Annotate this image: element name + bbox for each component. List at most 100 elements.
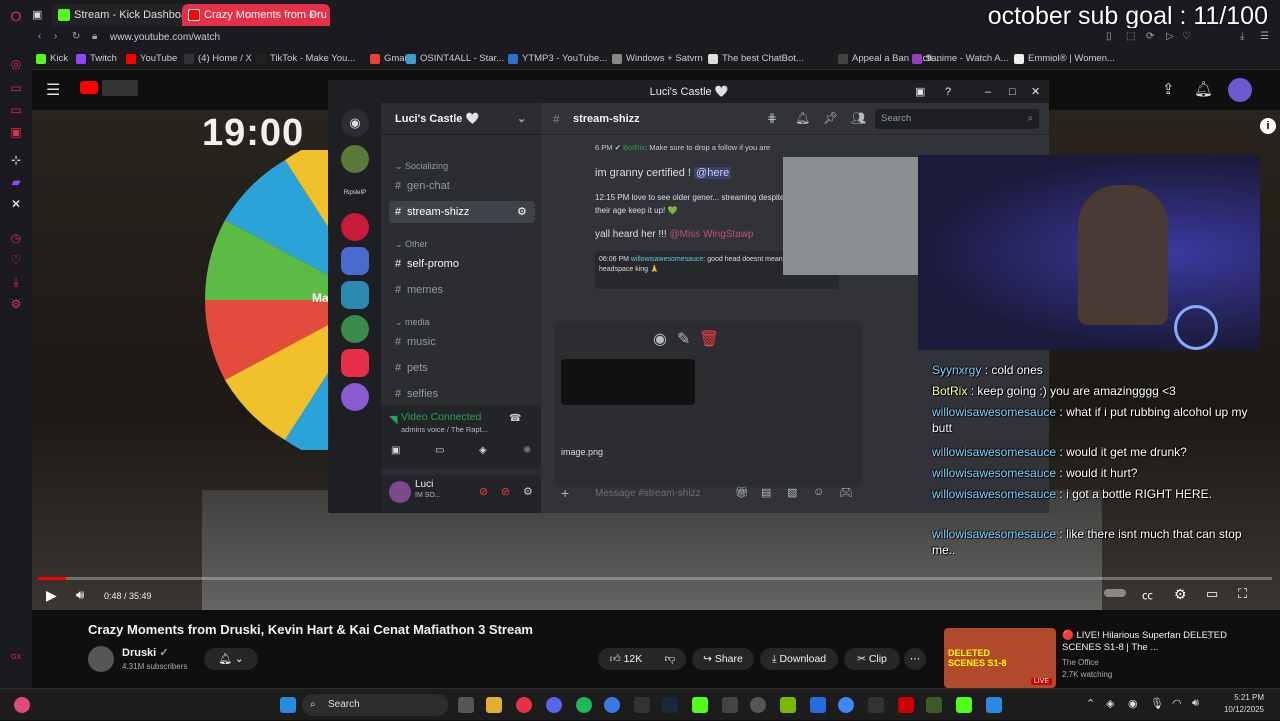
instagram-icon[interactable]: ▣ bbox=[8, 124, 24, 140]
soundboard-icon[interactable]: ✺ bbox=[523, 445, 531, 456]
guild-icon[interactable]: RipsleIP bbox=[341, 179, 369, 207]
app-icon[interactable] bbox=[986, 697, 1002, 713]
app-icon[interactable] bbox=[634, 697, 650, 713]
bookmark-chatbot[interactable]: The best ChatBot... bbox=[708, 52, 804, 66]
bookmark-icon[interactable]: ▯ bbox=[1106, 31, 1112, 42]
apps-icon[interactable]: 🎮︎ bbox=[839, 486, 853, 499]
aria-icon[interactable]: ◎ bbox=[8, 56, 24, 72]
channel-selfies[interactable]: # selfies bbox=[389, 383, 535, 405]
pin-icon[interactable]: 📌︎ bbox=[823, 111, 838, 125]
trash-icon[interactable]: 🗑︎ bbox=[699, 329, 719, 349]
category-socializing[interactable]: ⌄ Socializing bbox=[395, 161, 448, 172]
extension-icon[interactable]: ⟳ bbox=[1146, 31, 1154, 42]
autoplay-toggle[interactable] bbox=[1104, 589, 1126, 597]
sticker-icon[interactable]: ▧ bbox=[787, 486, 797, 499]
captions-icon[interactable]: ㏄ bbox=[1142, 587, 1153, 603]
whatsapp-icon[interactable]: ▭ bbox=[8, 102, 24, 118]
weather-icon[interactable] bbox=[14, 697, 30, 713]
downloads-icon[interactable]: ⤓ bbox=[1240, 31, 1244, 42]
discord-icon[interactable] bbox=[546, 697, 562, 713]
search-input[interactable]: Search ⌕ bbox=[875, 109, 1039, 129]
guild-folder-icon[interactable] bbox=[341, 281, 369, 309]
youtube-logo-icon[interactable] bbox=[80, 81, 98, 94]
play-icon[interactable]: ▶ bbox=[46, 587, 57, 604]
back-icon[interactable]: ‹ bbox=[38, 31, 41, 42]
bookmark-osint[interactable]: OSINT4ALL - Star... bbox=[406, 52, 504, 66]
app-icon[interactable] bbox=[750, 697, 766, 713]
reload-icon[interactable]: ↻ bbox=[72, 31, 80, 42]
channel-music[interactable]: # music bbox=[389, 331, 535, 353]
inbox-icon[interactable]: ▣ bbox=[915, 81, 925, 103]
voice-channel[interactable]: admins voice / The Rapt... bbox=[401, 425, 488, 434]
like-button[interactable]: 👍︎ 12K bbox=[598, 648, 654, 670]
mention[interactable]: @Miss WingStawp bbox=[670, 229, 754, 240]
mention[interactable]: @here bbox=[694, 167, 732, 179]
wifi-icon[interactable]: ◠ bbox=[1172, 697, 1182, 710]
dislike-button[interactable]: 👎︎ bbox=[658, 648, 682, 670]
download-sidebar-icon[interactable]: ⤓ bbox=[8, 274, 24, 290]
category-other[interactable]: ⌄ Other bbox=[395, 239, 428, 250]
more-actions-button[interactable]: ⋯ bbox=[904, 648, 926, 670]
bookmark-gmail[interactable]: Gmail bbox=[370, 52, 409, 66]
snapshot-icon[interactable]: ⬚ bbox=[1126, 31, 1135, 42]
more-vert-icon[interactable]: ⋮ bbox=[1204, 630, 1214, 641]
screen-share-icon[interactable]: ▭ bbox=[435, 445, 444, 456]
user-avatar[interactable] bbox=[389, 481, 411, 503]
minimize-icon[interactable]: – bbox=[985, 81, 991, 103]
volume-icon[interactable]: 🔊︎ bbox=[76, 587, 84, 603]
help-icon[interactable]: ? bbox=[945, 81, 951, 103]
gift-icon[interactable]: 🎁︎ bbox=[735, 486, 749, 499]
opera-icon[interactable] bbox=[516, 697, 532, 713]
hamburger-icon[interactable]: ☰ bbox=[46, 80, 60, 100]
new-tab-button[interactable]: + bbox=[308, 4, 322, 26]
gif-icon[interactable]: ▤ bbox=[761, 486, 771, 499]
server-header[interactable]: Luci's Castle 🤍 ⌄ bbox=[381, 103, 541, 135]
tray-icon[interactable]: ◈ bbox=[1106, 697, 1114, 710]
bookmark-twitch[interactable]: Twitch bbox=[76, 52, 117, 66]
user-settings-icon[interactable]: ⚙ bbox=[523, 485, 533, 498]
bookmark-kick[interactable]: Kick bbox=[36, 52, 68, 66]
camera-off-icon[interactable]: ▣ bbox=[391, 445, 400, 456]
gear-icon[interactable]: ⚙ bbox=[517, 201, 527, 223]
bookmark-x[interactable]: (4) Home / X bbox=[184, 52, 252, 66]
tab-list-icon[interactable]: ▣ bbox=[32, 4, 46, 26]
file-explorer-icon[interactable] bbox=[486, 697, 502, 713]
avatar[interactable] bbox=[1228, 78, 1252, 102]
twitch-sidebar-icon[interactable]: ▰ bbox=[8, 174, 24, 190]
app-icon[interactable] bbox=[604, 697, 620, 713]
app-icon[interactable] bbox=[898, 697, 914, 713]
guild-icon[interactable] bbox=[341, 145, 369, 173]
x-sidebar-icon[interactable]: ✕ bbox=[8, 196, 24, 212]
channel-avatar[interactable] bbox=[88, 646, 114, 672]
menu-icon[interactable]: ☰ bbox=[1260, 31, 1269, 42]
subscribed-button[interactable]: 🔔︎ ⌄ bbox=[204, 648, 258, 670]
forward-icon[interactable]: › bbox=[54, 31, 57, 42]
deafen-icon[interactable]: ⊘ bbox=[501, 485, 510, 498]
guild-icon[interactable] bbox=[341, 383, 369, 411]
bookmark-satvrn[interactable]: Windows + Satvrn bbox=[612, 52, 703, 66]
heart-icon[interactable]: ♡ bbox=[8, 252, 24, 268]
taskbar-clock[interactable]: 5:21 PM 10/12/2025 bbox=[1212, 692, 1264, 716]
info-icon[interactable]: i bbox=[1260, 118, 1276, 134]
channel-memes[interactable]: # memes bbox=[389, 279, 535, 301]
settings-sidebar-icon[interactable]: ⚙ bbox=[8, 296, 24, 312]
close-icon[interactable]: ✕ bbox=[1031, 81, 1040, 103]
mic-icon[interactable]: 🎙︎ bbox=[1150, 697, 1164, 710]
app-icon[interactable] bbox=[810, 697, 826, 713]
guild-icon[interactable] bbox=[341, 349, 369, 377]
chrome-icon[interactable] bbox=[838, 697, 854, 713]
settings-icon[interactable]: ⚙ bbox=[1174, 586, 1187, 603]
notification-bell-icon[interactable]: 🔔︎ bbox=[1194, 80, 1213, 98]
guild-icon[interactable] bbox=[341, 315, 369, 343]
theater-mode-icon[interactable]: ▭ bbox=[1206, 586, 1218, 602]
activity-icon[interactable]: ◈ bbox=[479, 445, 487, 456]
image-thumbnail[interactable] bbox=[561, 359, 695, 405]
taskbar-search[interactable]: ⌕ Search bbox=[302, 694, 448, 716]
fullscreen-icon[interactable]: ⛶ bbox=[1238, 586, 1247, 602]
members-icon[interactable]: 👥︎ bbox=[851, 111, 866, 125]
play-ext-icon[interactable]: ▷ bbox=[1166, 31, 1174, 42]
tray-chevron-icon[interactable]: ⌃ bbox=[1086, 697, 1095, 710]
recommended-thumbnail[interactable]: DELETED SCENES S1-8 LIVE bbox=[944, 628, 1056, 688]
create-icon[interactable]: ⇪ bbox=[1162, 80, 1175, 98]
recommended-video[interactable]: DELETED SCENES S1-8 LIVE 🔴 LIVE! Hilario… bbox=[944, 628, 1280, 688]
